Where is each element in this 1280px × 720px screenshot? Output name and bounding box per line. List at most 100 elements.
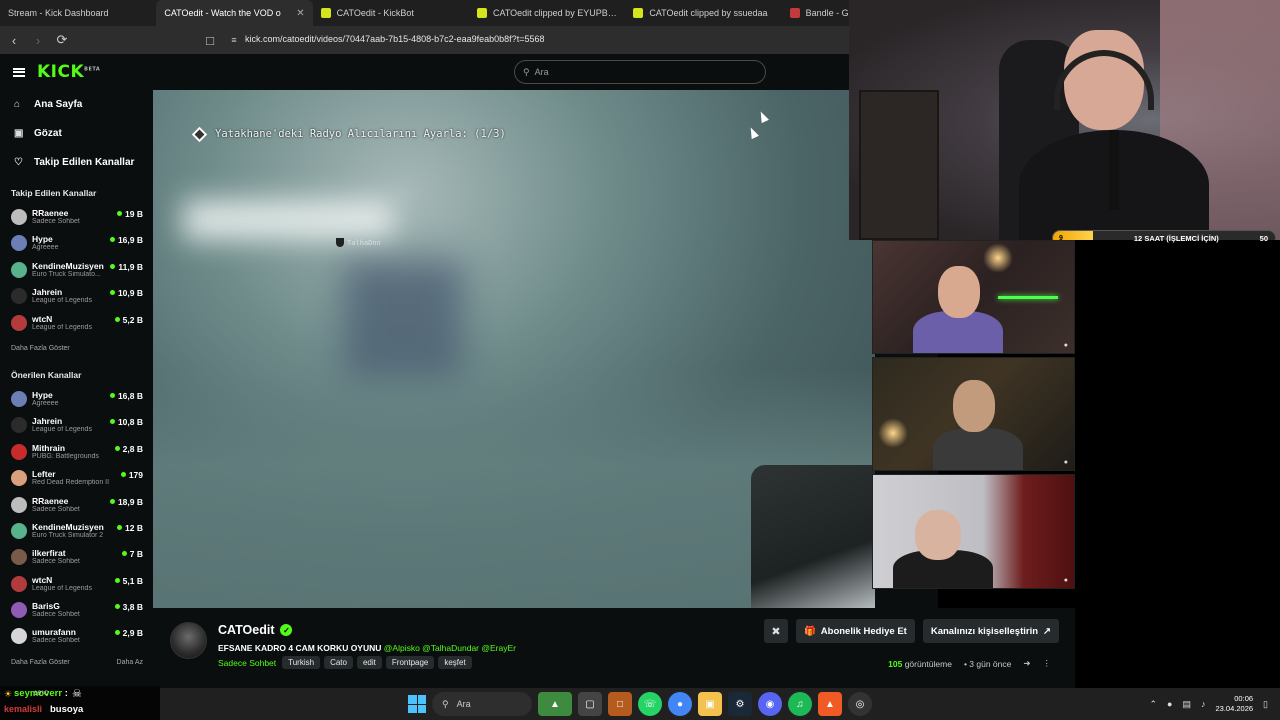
widgets-icon[interactable]: ▲ [538, 692, 572, 716]
channel-list-item[interactable]: RRaenee Sadece Sohbet 19 B [0, 205, 153, 231]
channel-list-item[interactable]: umurafann Sadece Sohbet 2,9 B [0, 624, 153, 650]
tag-chip[interactable]: keşfet [438, 656, 472, 669]
nav-item[interactable]: ⌂ Ana Sayfa [0, 90, 153, 119]
customize-channel-button[interactable]: Kanalınızı kişiselleştirin ↗ [922, 619, 1059, 643]
video-player[interactable]: Yatakhane'deki Radyo Alıcılarını Ayarla:… [153, 90, 875, 608]
clip-icon[interactable]: ✖ [763, 619, 788, 643]
volume-icon[interactable]: ♪ [1201, 699, 1206, 709]
weather-icon: ☀ [4, 689, 13, 699]
gift-sub-button[interactable]: 🎁 Abonelik Hediye Et [795, 619, 915, 643]
channel-category: Sadece Sohbet [32, 558, 80, 566]
viewer-count: 19 B [117, 209, 143, 219]
browser-tab[interactable]: CATOedit clipped by EYUPB_UYDUR [469, 0, 625, 26]
chrome-icon[interactable]: ● [668, 692, 692, 716]
reload-icon[interactable]: ⟳ [52, 30, 72, 50]
tag-chip[interactable]: Turkish [282, 656, 321, 669]
avatar [11, 549, 27, 566]
wall-clock [983, 243, 1013, 273]
bookmark-icon[interactable]: □ [200, 30, 220, 50]
tray-chevron-icon[interactable]: ⌃ [1150, 699, 1158, 710]
overlay-background [1075, 240, 1280, 688]
channel-list-item[interactable]: KendineMuzisyen Euro Truck Simulator 2 12 … [0, 519, 153, 545]
notification-icon[interactable]: ▯ [1263, 699, 1268, 710]
recommended-show-more[interactable]: Daha Fazla Göster [11, 659, 70, 673]
category-link[interactable]: Sadece Sohbet [218, 658, 276, 668]
channel-list-item[interactable]: wtcN League of Legends 5,2 B [0, 311, 153, 337]
avatar [11, 575, 27, 592]
browser-tab[interactable]: Stream - Kick Dashboard [0, 0, 156, 64]
channel-list-item[interactable]: Mithrain PUBG: Battlegrounds 2,8 B [0, 440, 153, 466]
tag-chip[interactable]: Frontpage [385, 656, 435, 669]
channel-list-item[interactable]: RRaenee Sadece Sohbet 18,9 B [0, 493, 153, 519]
url-text[interactable]: kick.com/catoedit/videos/70447aab-7b15-4… [245, 34, 544, 44]
viewer-count: 10,9 B [110, 288, 143, 298]
objective-diamond-icon [191, 126, 208, 142]
more-options-icon[interactable]: ⋮ [1043, 658, 1052, 669]
steam-icon[interactable]: ⚙ [728, 692, 752, 716]
system-clock[interactable]: 00:06 23.04.2026 [1216, 694, 1254, 714]
spotify-icon[interactable]: ♫ [788, 692, 812, 716]
viewer-count: 2,8 B [115, 444, 143, 454]
network-icon[interactable]: ▤ [1182, 699, 1191, 710]
webcam-guest-1: ● [872, 240, 1075, 354]
webcam-guest-2: ● [872, 357, 1075, 471]
tag-chip[interactable]: Cato [324, 656, 353, 669]
channel-category: Agreeee [32, 244, 59, 252]
avatar [11, 602, 27, 619]
sidebar: KICKBETA ⌂ Ana Sayfa ▣ Gözat ♡ Takip Edilen K… [0, 54, 153, 688]
stream-title: EFSANE KADRO 4 CAM KORKU OYUNU @Alpisko … [218, 643, 516, 653]
nav-item[interactable]: ♡ Takip Edilen Kanallar [0, 148, 153, 177]
browser-tab[interactable]: CATOedit clipped by ssuedaa [625, 0, 781, 26]
objective-text: Yatakhane'deki Radyo Alıcılarını Ayarla:… [215, 128, 506, 140]
menu-icon[interactable] [13, 67, 25, 77]
channel-avatar[interactable] [170, 622, 207, 659]
viewer-count: 3,8 B [115, 602, 143, 612]
tag-chip[interactable]: edit [356, 656, 382, 669]
store-icon[interactable]: □ [608, 692, 632, 716]
channel-list-item[interactable]: KendineMuzisyen Euro Truck Simulato... 11,… [0, 258, 153, 284]
whatsapp-icon[interactable]: ☏ [638, 692, 662, 716]
channel-list-item[interactable]: Hype Agreeee 16,9 B [0, 231, 153, 257]
viewer-count: 16,9 B [110, 235, 143, 245]
browser-tab[interactable]: CATOedit - KickBot [313, 0, 469, 26]
neon-light [998, 296, 1058, 299]
recommended-show-less[interactable]: Daha Az [117, 659, 143, 673]
channel-list-item[interactable]: Lefter Red Dead Redemption II 179 [0, 466, 153, 492]
channel-list-item[interactable]: Jahrein League of Legends 10,8 B [0, 413, 153, 439]
browser-tab[interactable]: CATOedit - Watch the VOD o ✕ [0, 0, 313, 64]
channel-name[interactable]: CATOedit [218, 623, 274, 637]
channel-list-item[interactable]: BarisG Sadece Sohbet 3,8 B [0, 598, 153, 624]
site-info-icon[interactable]: ≡ [224, 30, 244, 50]
channel-info: CATOedit ✓ EFSANE KADRO 4 CAM KORKU OYUN… [153, 608, 1075, 688]
nav-item[interactable]: ▣ Gözat [0, 119, 153, 148]
tab-title: CATOedit clipped by EYUPB_UYDUR [492, 8, 617, 18]
title-mentions[interactable]: @Alpisko @TalhaDundar @ErayEr [384, 643, 516, 653]
kick-logo[interactable]: KICKBETA [37, 62, 100, 82]
task-view-icon[interactable]: ▢ [578, 692, 602, 716]
obs-icon[interactable]: ◎ [848, 692, 872, 716]
search-input[interactable]: ⚲ Ara [514, 60, 766, 84]
channel-list-item[interactable]: Jahrein League of Legends 10,9 B [0, 284, 153, 310]
windows-start-icon[interactable] [408, 695, 426, 713]
taskbar-search[interactable]: ⚲ Ara [432, 692, 532, 716]
cam-mic-icon: ● [1063, 459, 1068, 466]
channel-list-item[interactable]: wtcN League of Legends 5,1 B [0, 572, 153, 598]
avatar [11, 417, 27, 434]
channel-list-item[interactable]: ilkerfirat Sadece Sohbet 7 B [0, 545, 153, 571]
tab-favicon-icon [476, 8, 487, 18]
webcam-microphone [1109, 130, 1119, 210]
brave-icon[interactable]: ▲ [818, 692, 842, 716]
discord-icon[interactable]: ◉ [758, 692, 782, 716]
microphone-icon[interactable]: ● [1167, 699, 1172, 709]
followed-show-more[interactable]: Daha Fazla Göster [0, 345, 153, 359]
nav-item-label: Ana Sayfa [34, 99, 83, 110]
back-icon[interactable]: ‹ [4, 30, 24, 50]
share-icon[interactable]: ➜ [1023, 658, 1030, 669]
channel-list-item[interactable]: Hype Agreeee 16,8 B [0, 387, 153, 413]
channel-category: Euro Truck Simulator 2 [32, 531, 104, 539]
tab-close-icon[interactable]: ✕ [296, 8, 304, 19]
file-explorer-icon[interactable]: ▣ [698, 692, 722, 716]
timer-label: 12 SAAT (İŞLEMCİ İÇİN) [1133, 233, 1219, 243]
followed-section-title: Takip Edilen Kanallar [11, 188, 97, 198]
forward-icon[interactable]: › [28, 30, 48, 50]
